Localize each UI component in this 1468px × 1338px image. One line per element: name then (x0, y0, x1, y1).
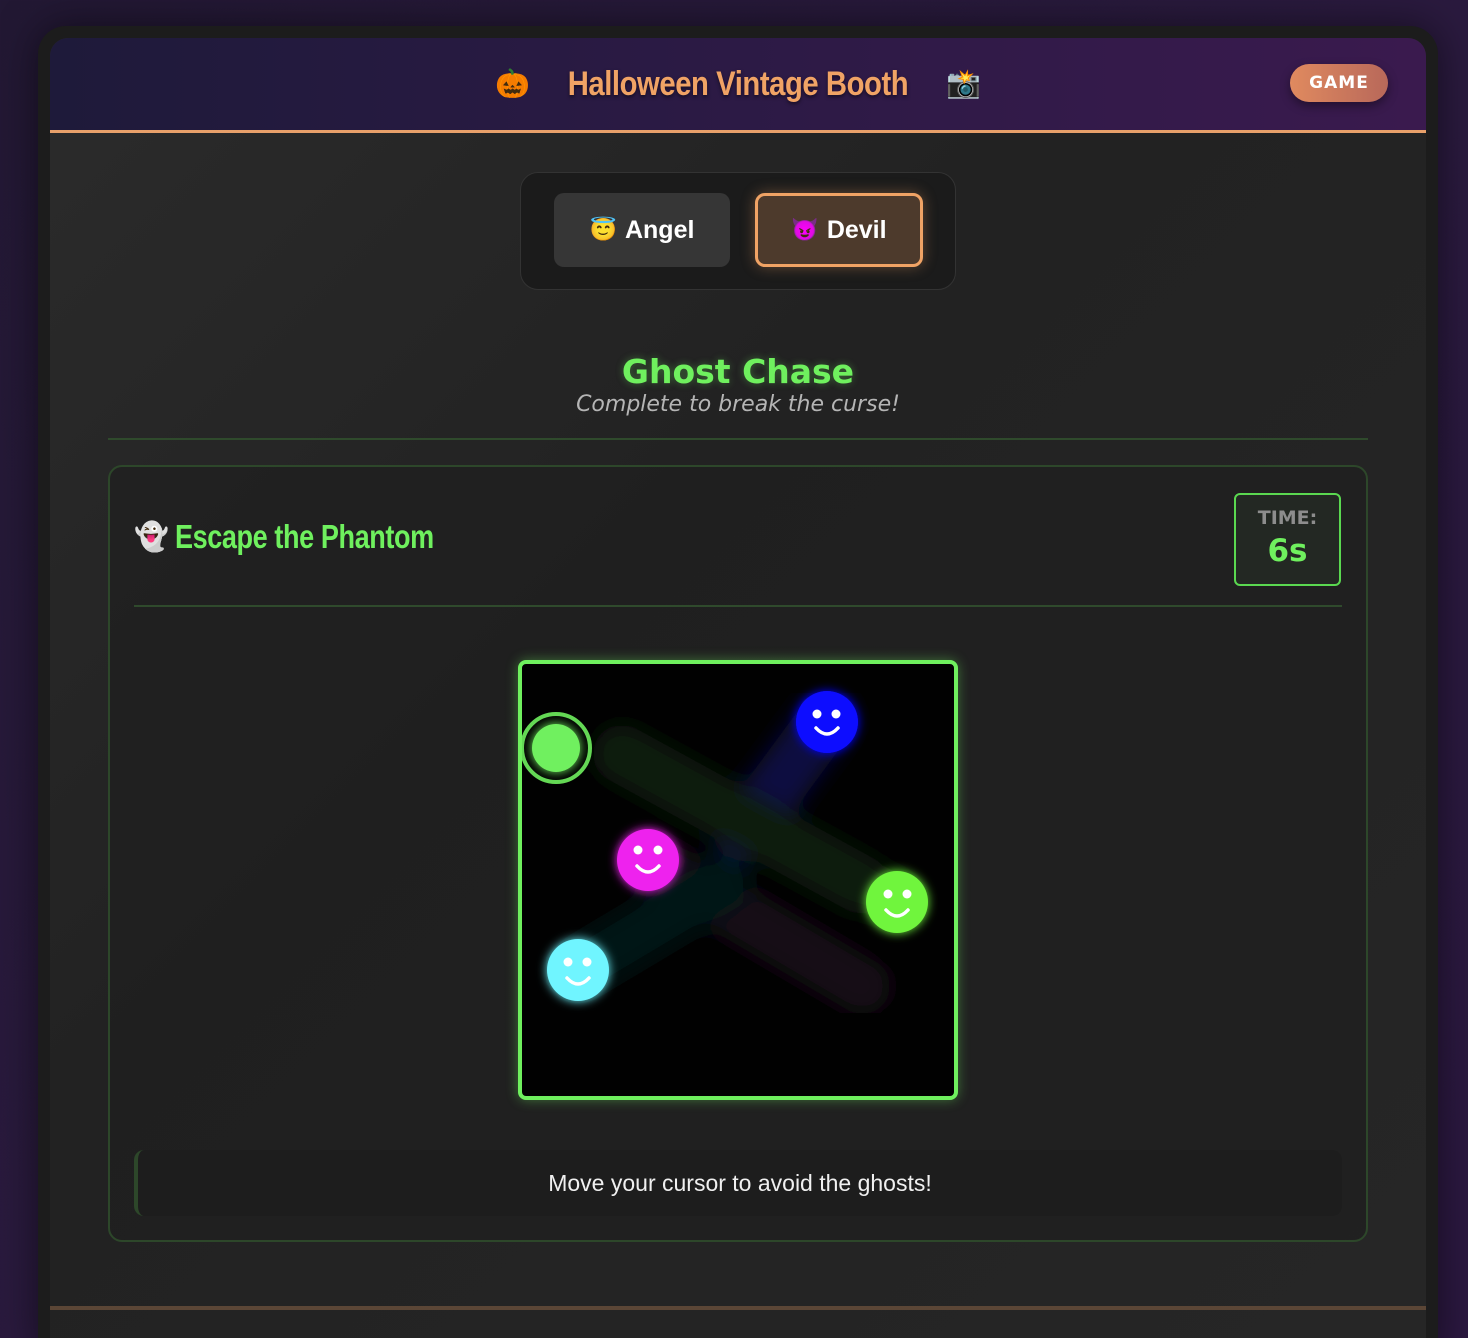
timer-value: 6s (1267, 533, 1308, 569)
app-window: 🎃 Halloween Vintage Booth 📸 GAME 😇 Angel… (50, 38, 1426, 1338)
blue-ghost (796, 691, 858, 753)
mode-toggle: 😇 Angel 😈 Devil (520, 172, 956, 290)
green-ghost (866, 871, 928, 933)
cyan-ghost (547, 939, 609, 1001)
instructions-text: Move your cursor to avoid the ghosts! (548, 1169, 932, 1196)
app-title-text: Halloween Vintage Booth (567, 64, 909, 103)
angel-mode-label: Angel (624, 215, 695, 244)
timer-label: TIME: (1257, 507, 1318, 529)
player-cursor[interactable] (522, 712, 592, 784)
section-title: Ghost Chase (621, 352, 855, 391)
game-name-text: Escape the Phantom (174, 518, 434, 555)
footer-divider (50, 1306, 1426, 1310)
devil-mode-label: Devil (826, 215, 887, 244)
camera-flash-icon: 📸 (945, 67, 981, 100)
instructions-box: Move your cursor to avoid the ghosts! (134, 1150, 1342, 1216)
pumpkin-icon: 🎃 (495, 67, 531, 100)
angel-mode-button[interactable]: 😇 Angel (554, 193, 730, 267)
ghost-icon: 👻 (134, 520, 169, 553)
timer-box: TIME: 6s (1234, 493, 1341, 586)
section-subtitle: Complete to break the curse! (576, 392, 900, 417)
game-divider (134, 605, 1342, 607)
game-mode-button[interactable]: GAME (1290, 64, 1388, 102)
game-name: 👻 Escape the Phantom (134, 518, 490, 556)
game-play-area[interactable] (518, 660, 958, 1100)
magenta-ghost (617, 829, 679, 891)
angel-face-icon: 😇 (589, 217, 617, 242)
devil-mode-button[interactable]: 😈 Devil (755, 193, 923, 267)
section-divider (108, 438, 1368, 440)
app-title: 🎃 Halloween Vintage Booth 📸 (50, 38, 1426, 130)
header-bar: 🎃 Halloween Vintage Booth 📸 GAME (50, 38, 1426, 133)
devil-face-icon: 😈 (791, 217, 819, 242)
game-canvas[interactable] (522, 664, 954, 1096)
